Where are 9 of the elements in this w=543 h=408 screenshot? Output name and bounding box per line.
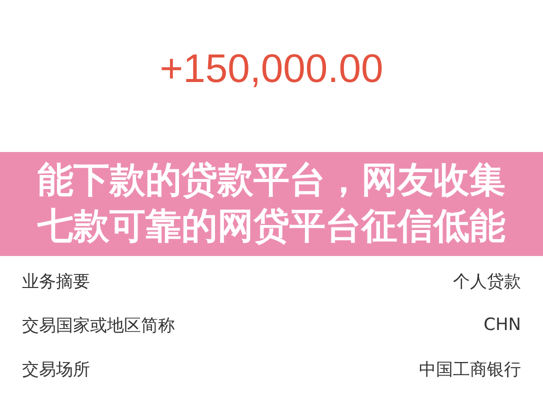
detail-value: CHN [484,315,521,335]
detail-value: 个人贷款 [453,270,521,292]
detail-value: 中国工商银行 [419,358,521,380]
detail-label: 业务摘要 [22,270,90,292]
detail-label: 交易国家或地区简称 [22,314,175,336]
detail-label: 交易场所 [22,358,90,380]
headline-text: 能下款的贷款平台，网友收集 [38,160,506,202]
transaction-amount: +150,000.00 [158,46,384,92]
headline-text: 七款可靠的网贷平台征信低能 [38,206,506,248]
